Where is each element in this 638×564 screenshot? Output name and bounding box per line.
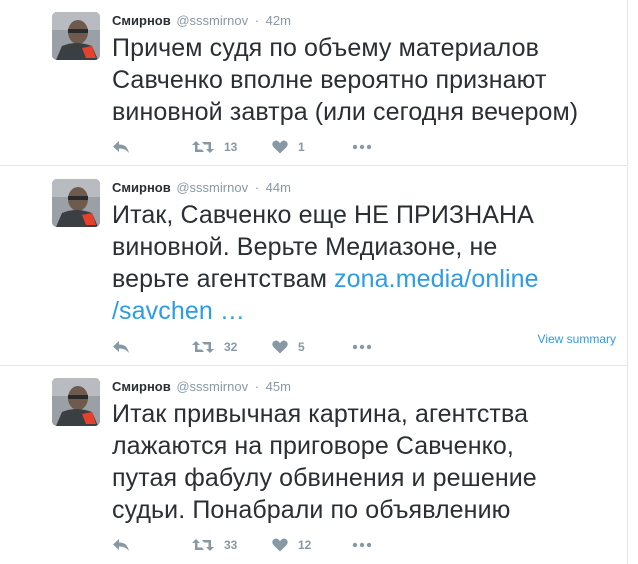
reply-icon xyxy=(113,539,129,551)
heart-icon xyxy=(272,340,288,354)
avatar[interactable] xyxy=(52,378,100,426)
separator: · xyxy=(254,13,260,28)
avatar-image xyxy=(52,12,100,60)
retweet-button[interactable]: 33 xyxy=(192,535,237,555)
tweet-text-line: Савченко вполне вероятно признают xyxy=(112,66,547,94)
tweet[interactable]: Смирнов @sssmirnov · 42m Причем судя по … xyxy=(0,0,628,166)
tweet-actions: 13 1 xyxy=(112,137,622,157)
fullname[interactable]: Смирнов xyxy=(112,180,171,195)
reply-icon xyxy=(113,341,129,353)
retweet-button[interactable]: 13 xyxy=(192,137,237,157)
tweet-text-line: путая фабулу обвинения и решение xyxy=(112,464,537,492)
separator: · xyxy=(254,180,260,195)
tweet-text-line: лажаются на приговоре Савченко, xyxy=(112,432,514,460)
tweet-text-line: /savchen … xyxy=(112,295,622,327)
like-button[interactable]: 5 xyxy=(272,337,305,357)
tweet-text-line: виновной завтра (или сегодня вечером) xyxy=(112,98,579,126)
divider xyxy=(627,0,628,165)
retweet-icon xyxy=(192,539,214,551)
like-button[interactable]: 12 xyxy=(272,535,311,555)
tweet-text: Итак привычная картина, агентства лажают… xyxy=(112,398,622,526)
retweet-button[interactable]: 32 xyxy=(192,337,237,357)
tweet[interactable]: Смирнов @sssmirnov · 44m Итак, Савченко … xyxy=(0,167,628,366)
fullname[interactable]: Смирнов xyxy=(112,379,171,394)
tweet-header: Смирнов @sssmirnov · 42m xyxy=(112,12,291,30)
timestamp[interactable]: 42m xyxy=(266,13,291,28)
tweet-text-line: виновной. Верьте Медиазоне, не xyxy=(112,233,498,261)
divider xyxy=(627,366,628,564)
username[interactable]: @sssmirnov xyxy=(176,379,248,394)
more-icon xyxy=(352,144,372,150)
tweet[interactable]: Смирнов @sssmirnov · 45m Итак привычная … xyxy=(0,366,628,564)
tweet-text-line: Причем судя по объему материалов xyxy=(112,34,540,62)
like-count: 1 xyxy=(298,140,305,154)
like-count: 5 xyxy=(298,340,305,354)
retweet-icon xyxy=(192,341,214,353)
divider xyxy=(627,167,628,365)
username[interactable]: @sssmirnov xyxy=(176,180,248,195)
heart-icon xyxy=(272,140,288,154)
retweet-count: 32 xyxy=(224,340,238,354)
avatar-image xyxy=(52,378,100,426)
more-icon xyxy=(352,542,372,548)
tweet-link[interactable]: zona.media/online xyxy=(334,265,539,293)
timestamp[interactable]: 45m xyxy=(266,379,291,394)
username[interactable]: @sssmirnov xyxy=(176,13,248,28)
tweet-text-line: верьте агентствам zona.media/online xyxy=(112,263,622,295)
heart-icon xyxy=(272,538,288,552)
retweet-count: 33 xyxy=(224,538,238,552)
retweet-icon xyxy=(192,141,214,153)
avatar[interactable] xyxy=(52,179,100,227)
avatar-image xyxy=(52,179,100,227)
more-icon xyxy=(352,344,372,350)
tweet-text: Причем судя по объему материалов Савченк… xyxy=(112,32,622,128)
more-button[interactable] xyxy=(352,535,372,555)
reply-icon xyxy=(113,141,129,153)
avatar[interactable] xyxy=(52,12,100,60)
tweet-header: Смирнов @sssmirnov · 44m xyxy=(112,179,291,197)
tweet-header: Смирнов @sssmirnov · 45m xyxy=(112,378,291,396)
fullname[interactable]: Смирнов xyxy=(112,13,171,28)
reply-button[interactable] xyxy=(112,137,130,157)
like-button[interactable]: 1 xyxy=(272,137,305,157)
more-button[interactable] xyxy=(352,337,372,357)
tweet-text-line: Итак привычная картина, агентства xyxy=(112,400,529,428)
tweet-text-line: судьи. Понабрали по объявлению xyxy=(112,496,511,524)
retweet-count: 13 xyxy=(224,140,238,154)
tweet-text-line: Итак, Савченко еще НЕ ПРИЗНАНА xyxy=(112,201,534,229)
like-count: 12 xyxy=(298,538,312,552)
reply-button[interactable] xyxy=(112,535,130,555)
timeline: Смирнов @sssmirnov · 42m Причем судя по … xyxy=(0,0,638,564)
tweet-actions: 33 12 xyxy=(112,535,622,555)
timestamp[interactable]: 44m xyxy=(266,180,291,195)
view-summary-link[interactable]: View summary xyxy=(538,332,616,346)
reply-button[interactable] xyxy=(112,337,130,357)
tweet-text-segment: верьте агентствам xyxy=(112,265,335,293)
more-button[interactable] xyxy=(352,137,372,157)
tweet-actions: 32 5 xyxy=(112,337,512,357)
tweet-link[interactable]: /savchen … xyxy=(112,297,245,325)
tweet-text: Итак, Савченко еще НЕ ПРИЗНАНА виновной.… xyxy=(112,199,622,327)
separator: · xyxy=(254,379,260,394)
